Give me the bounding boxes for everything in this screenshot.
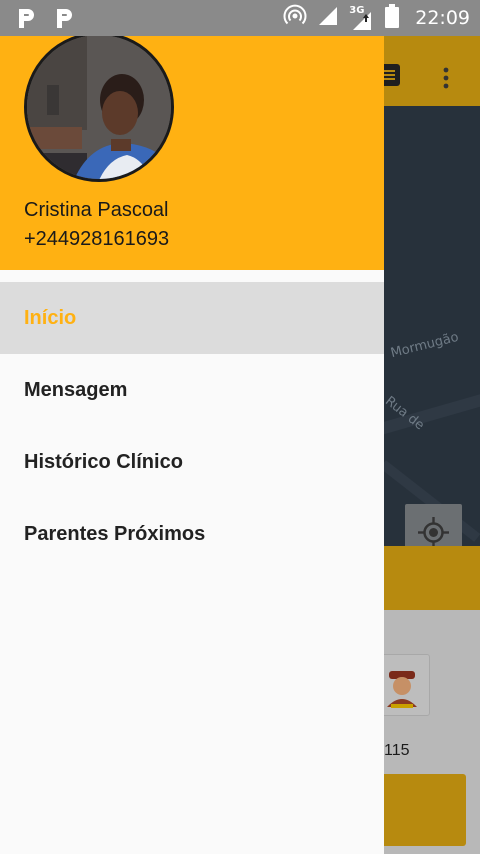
drawer-menu: Início Mensagem Histórico Clínico Parent… [0,282,384,570]
street-label: Mormugão [389,329,461,362]
signal-icon [317,5,339,31]
status-bar: 3G 22:09 [0,0,480,36]
battery-icon [385,4,400,32]
user-phone: +244928161693 [24,228,170,250]
p-notification-icon [16,6,38,30]
menu-item-label: Parentes Próximos [24,522,206,545]
menu-item-parentes-proximos[interactable]: Parentes Próximos [0,498,384,570]
number-label: 115 [384,742,410,759]
menu-item-mensagem[interactable]: Mensagem [0,354,384,426]
menu-item-historico-clinico[interactable]: Histórico Clínico [0,426,384,498]
my-location-button [405,504,462,546]
menu-item-inicio[interactable]: Início [0,282,384,354]
user-name: Cristina Pascoal [24,199,169,221]
crosshair-icon [418,517,449,546]
menu-item-label: Início [24,306,77,329]
hotspot-icon [283,4,307,32]
menu-item-label: Histórico Clínico [24,450,183,473]
clock: 22:09 [415,7,470,29]
profile-photo [27,35,171,179]
network-3g-icon: 3G [349,4,375,32]
drawer-header: Cristina Pascoal +244928161693 [0,32,384,270]
menu-item-label: Mensagem [24,378,128,401]
p-notification-icon [54,6,76,30]
notification-icons [16,6,76,30]
overflow-menu-icon [442,66,450,94]
navigation-drawer: Cristina Pascoal +244928161693 Início Me… [0,32,384,854]
avatar[interactable] [24,32,174,182]
